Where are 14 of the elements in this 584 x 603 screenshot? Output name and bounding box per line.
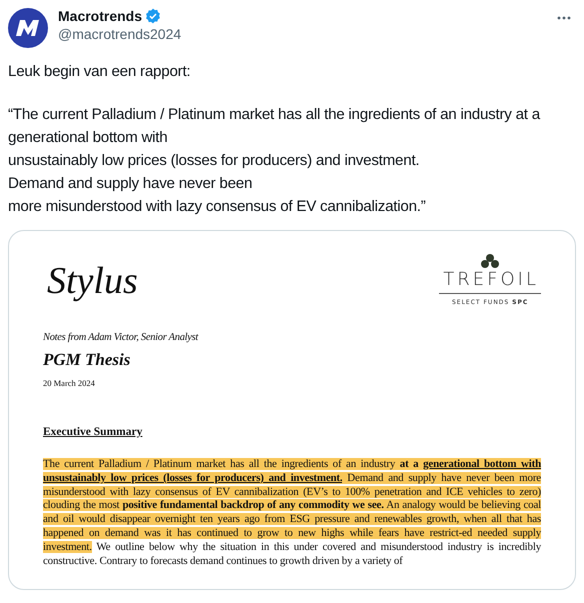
avatar[interactable]: [8, 8, 48, 48]
tweet-text: “The current Palladium / Platinum market has all the ingredients of an industry at a generational bottom with unsustainably low prices (losses for producers) and investment. Demand and supply have never been more misunderstood with lazy consensus of EV cannibalization.”: [8, 105, 542, 217]
signature-logo: Stylus: [47, 259, 138, 304]
trefoil-icon: [480, 253, 500, 269]
section-heading: Executive Summary: [43, 426, 144, 438]
document-byline: Notes from Adam Victor, Senior Analyst: [43, 332, 200, 343]
summary-paragraph: The current Palladium / Platinum market has all the ingredients of an industry at a generational bottom with unsustainably low prices (losses for producers) and investment. Demand and supply have never been more misunderstood with lazy consensus of EV cannibalization (EV’s to 100% penetration and ICE vehicles to zero) clouding the most positive fundamental backdrop of any commodity we see. An analogy would be believing coal and oil would disappear overnight ten years ago from ESG pressure and renewables growth, when all that has happened on demand was it has continued to grow to new highs while fears have restrict-ed needed supply investment. We outline below why the situation in this under covered and misunderstood industry is incredibly constructive. Contrary to forecasts demand continues to growth driven by a variety of: [43, 458, 541, 568]
document-title: PGM Thesis: [43, 350, 132, 370]
brand-name: TREFOIL: [439, 269, 541, 294]
tweet-text: Leuk begin van een rapport:: [8, 62, 192, 82]
author-name[interactable]: Macrotrends: [58, 8, 142, 24]
document-date: 20 March 2024: [43, 378, 96, 388]
document-image[interactable]: [8, 230, 576, 590]
author-handle[interactable]: @macrotrends2024: [58, 26, 546, 42]
